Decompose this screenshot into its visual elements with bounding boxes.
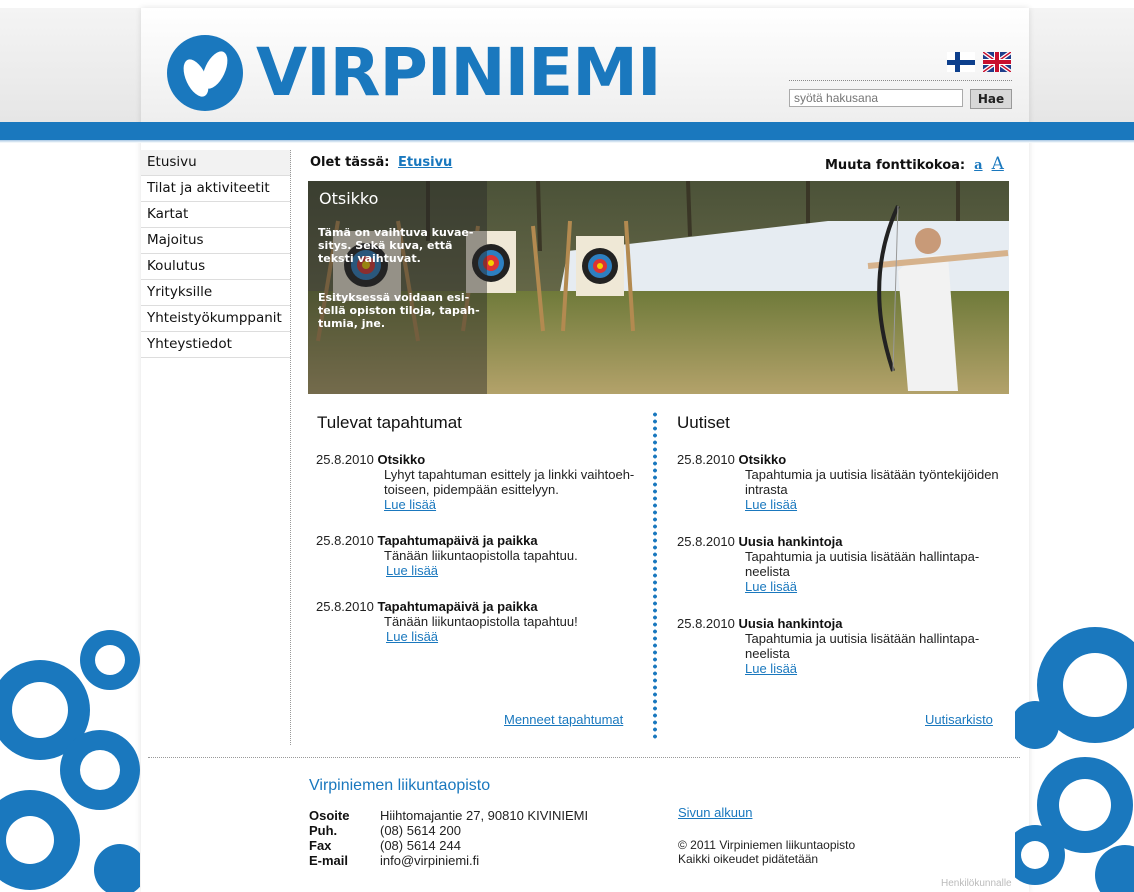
news-date: 25.8.2010 xyxy=(677,452,735,467)
language-selector xyxy=(947,52,1011,72)
contact-key: Osoite xyxy=(309,808,350,823)
contact-value: Hiihtomajantie 27, 90810 KIVINIEMI xyxy=(380,808,589,823)
news-title: Uutiset xyxy=(677,413,730,432)
nav-item-kartat[interactable]: Kartat xyxy=(141,202,291,228)
event-read-more-link[interactable]: Lue lisää xyxy=(386,563,438,578)
search-divider xyxy=(789,80,1012,81)
event-date: 25.8.2010 xyxy=(316,452,374,467)
contact-value: info@virpiniemi.fi xyxy=(380,853,480,868)
event-title: Otsikko xyxy=(377,452,426,467)
news-read-more-link[interactable]: Lue lisää xyxy=(745,579,797,594)
contact-row: Fax (08) 5614 244 xyxy=(309,838,588,853)
event-read-more-link[interactable]: Lue lisää xyxy=(384,497,436,512)
news-title: Uusia hankintoja xyxy=(738,534,843,549)
event-date: 25.8.2010 xyxy=(316,533,374,548)
copyright-line-1: © 2011 Virpiniemen liikuntaopisto xyxy=(678,838,856,852)
news-body: Tapahtumia ja uutisia lisätään hallintap… xyxy=(745,549,980,579)
logo-text: VIRPINIEMI xyxy=(256,34,661,111)
news-item: 25.8.2010 Uusia hankintoja Tapahtumia ja… xyxy=(677,534,1022,594)
contact-row: E-mail info@virpiniemi.fi xyxy=(309,853,588,868)
nav-item-tilat[interactable]: Tilat ja aktiviteetit xyxy=(141,176,291,202)
nav-item-koulutus[interactable]: Koulutus xyxy=(141,254,291,280)
contact-value: (08) 5614 200 xyxy=(380,823,461,838)
breadcrumb-label: Olet tässä: xyxy=(310,155,390,170)
decorative-circles-right-icon xyxy=(1015,627,1134,892)
contact-key: Fax xyxy=(309,838,332,853)
contact-row: Osoite Hiihtomajantie 27, 90810 KIVINIEMI xyxy=(309,808,588,823)
nav-item-yhteistyokumppanit[interactable]: Yhteistyökumppanit xyxy=(141,306,291,332)
search-input[interactable] xyxy=(789,89,963,107)
news-read-more-link[interactable]: Lue lisää xyxy=(745,497,797,512)
search-button[interactable]: Hae xyxy=(970,89,1012,109)
side-navigation: Etusivu Tilat ja aktiviteetit Kartat Maj… xyxy=(141,150,291,358)
news-date: 25.8.2010 xyxy=(677,616,735,631)
news-date: 25.8.2010 xyxy=(677,534,735,549)
event-item: 25.8.2010 Otsikko Lyhyt tapahtuman esitt… xyxy=(316,452,646,512)
event-read-more-link[interactable]: Lue lisää xyxy=(386,629,438,644)
contact-value: (08) 5614 244 xyxy=(380,838,461,853)
uk-flag-icon[interactable] xyxy=(983,52,1011,72)
font-size-label: Muuta fonttikokoa: xyxy=(825,158,966,173)
hero-text-1: Tämä on vaihtuva kuvae-sitys. Sekä kuva,… xyxy=(318,226,474,265)
copyright-line-2: Kaikki oikeudet pidätetään xyxy=(678,852,819,866)
font-size-control: Muuta fonttikokoa: a A xyxy=(825,154,1004,174)
decorative-circles-left-icon xyxy=(0,630,140,892)
breadcrumb: Olet tässä: Etusivu xyxy=(310,155,452,170)
contact-key: Puh. xyxy=(309,823,338,838)
event-item: 25.8.2010 Tapahtumapäivä ja paikka Tänää… xyxy=(316,533,646,578)
news-item: 25.8.2010 Otsikko Tapahtumia ja uutisia … xyxy=(677,452,1022,512)
breadcrumb-link[interactable]: Etusivu xyxy=(398,155,452,170)
blue-band xyxy=(0,122,1134,143)
news-title: Uusia hankintoja xyxy=(738,616,843,631)
event-title: Tapahtumapäivä ja paikka xyxy=(377,533,538,548)
event-item: 25.8.2010 Tapahtumapäivä ja paikka Tänää… xyxy=(316,599,646,644)
hero-slideshow[interactable]: Otsikko Tämä on vaihtuva kuvae-sitys. Se… xyxy=(308,181,1009,394)
nav-item-yhteystiedot[interactable]: Yhteystiedot xyxy=(141,332,291,358)
footer-divider xyxy=(148,757,1020,758)
font-size-large-button[interactable]: A xyxy=(992,154,1004,174)
news-item: 25.8.2010 Uusia hankintoja Tapahtumia ja… xyxy=(677,616,1022,676)
events-title: Tulevat tapahtumat xyxy=(317,413,462,432)
hero-text-2: Esityksessä voidaan esi-tellä opiston ti… xyxy=(318,291,480,330)
hero-title: Otsikko xyxy=(319,189,379,208)
staff-link[interactable]: Henkilökunnalle xyxy=(941,878,1012,889)
contact-row: Puh. (08) 5614 200 xyxy=(309,823,588,838)
footer-org-name: Virpiniemen liikuntaopisto xyxy=(309,777,491,794)
news-read-more-link[interactable]: Lue lisää xyxy=(745,661,797,676)
contact-key: E-mail xyxy=(309,853,349,868)
event-title: Tapahtumapäivä ja paikka xyxy=(377,599,538,614)
sidebar-divider xyxy=(290,150,291,745)
news-body: Tapahtumia ja uutisia lisätään työntekij… xyxy=(745,467,999,497)
past-events-link[interactable]: Menneet tapahtumat xyxy=(504,712,623,727)
logo[interactable]: VIRPINIEMI xyxy=(166,34,661,112)
font-size-small-button[interactable]: a xyxy=(974,158,982,173)
nav-item-majoitus[interactable]: Majoitus xyxy=(141,228,291,254)
nav-item-yrityksille[interactable]: Yrityksille xyxy=(141,280,291,306)
news-body: Tapahtumia ja uutisia lisätään hallintap… xyxy=(745,631,980,661)
finnish-flag-icon[interactable] xyxy=(947,52,975,72)
back-to-top-link[interactable]: Sivun alkuun xyxy=(678,805,752,820)
nav-item-etusivu[interactable]: Etusivu xyxy=(141,150,291,176)
virpiniemi-logo-icon xyxy=(167,35,243,111)
news-archive-link[interactable]: Uutisarkisto xyxy=(925,712,993,727)
hero-caption-box xyxy=(308,181,487,394)
copyright: © 2011 Virpiniemen liikuntaopisto Kaikki… xyxy=(678,838,855,866)
event-body: Lyhyt tapahtuman esittely ja linkki vaih… xyxy=(384,467,635,497)
column-divider xyxy=(653,411,657,741)
event-body: Tänään liikuntaopistolla tapahtuu. xyxy=(384,548,578,563)
contact-info: Osoite Hiihtomajantie 27, 90810 KIVINIEMI… xyxy=(309,808,588,868)
event-body: Tänään liikuntaopistolla tapahtuu! xyxy=(384,614,578,629)
event-date: 25.8.2010 xyxy=(316,599,374,614)
news-title: Otsikko xyxy=(738,452,787,467)
